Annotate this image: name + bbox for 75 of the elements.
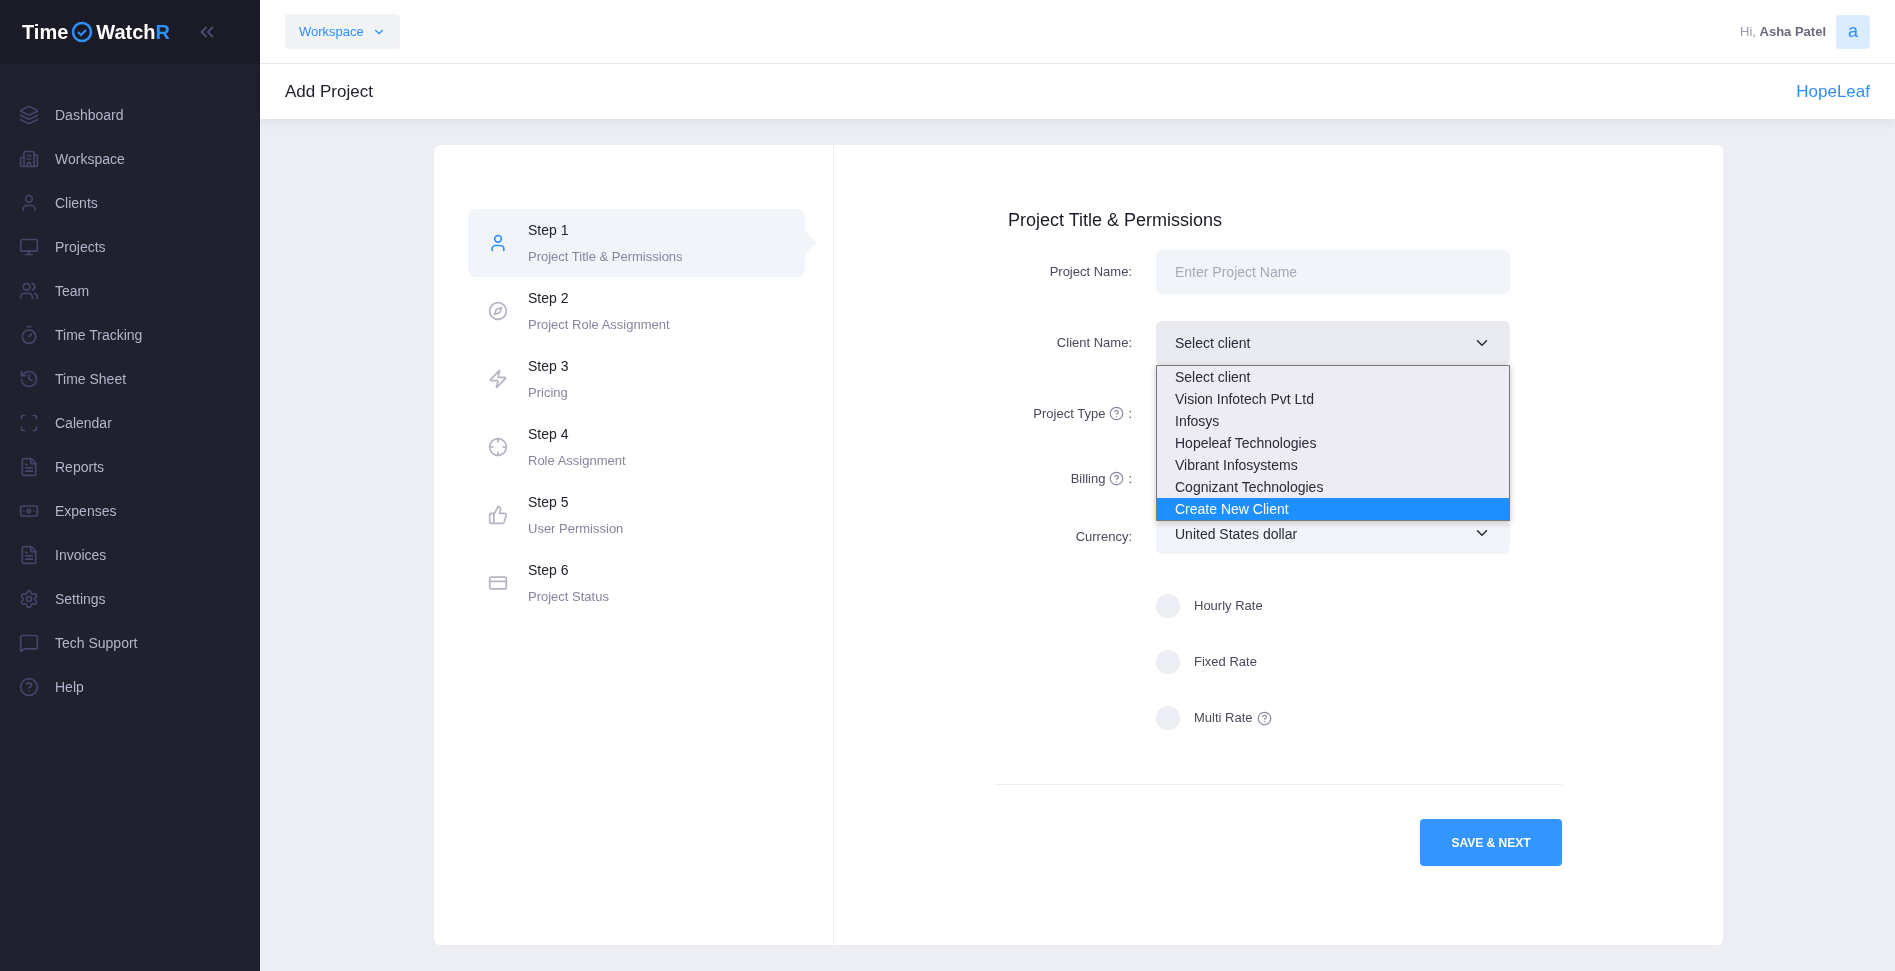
rate-label: Hourly Rate — [1194, 597, 1263, 616]
sidebar-item[interactable]: Help — [0, 665, 260, 709]
label-colon: : — [1128, 405, 1132, 423]
field-label: Project Name: — [1048, 263, 1132, 281]
field-label: Project Type — [1033, 405, 1106, 423]
clock-check-icon — [71, 21, 94, 43]
step-number: Step 5 — [528, 492, 570, 512]
step-number: Step 6 — [528, 560, 570, 580]
clock-icon — [19, 369, 39, 389]
dropdown-option[interactable]: Infosys — [1157, 410, 1509, 432]
sidebar-item[interactable]: Invoices — [0, 533, 260, 577]
sidebar-item[interactable]: Calendar — [0, 401, 260, 445]
step-label: Role Assignment — [528, 451, 626, 470]
thumbs-up-icon — [488, 505, 508, 525]
currency-select[interactable]: United States dollar — [1156, 524, 1510, 554]
users-icon — [19, 281, 39, 301]
step-item[interactable]: Step 6 Project Status — [468, 549, 805, 617]
dashed-square-icon — [19, 413, 39, 433]
sidebar-item[interactable]: Projects — [0, 225, 260, 269]
layers-icon — [19, 105, 39, 125]
step-number: Step 2 — [528, 288, 570, 308]
step-number: Step 1 — [528, 220, 570, 240]
step-number: Step 4 — [528, 424, 570, 444]
sidebar-item[interactable]: Settings — [0, 577, 260, 621]
sidebar-item[interactable]: Dashboard — [0, 93, 260, 137]
form-title: Project Title & Permissions — [1008, 209, 1224, 232]
help-icon — [19, 677, 39, 697]
step-item[interactable]: Step 5 User Permission — [468, 481, 805, 549]
user-icon — [19, 193, 39, 213]
step-number: Step 3 — [528, 356, 569, 376]
step-item[interactable]: Step 4 Role Assignment — [468, 413, 805, 481]
monitor-icon — [19, 237, 39, 257]
dropdown-option[interactable]: Select client — [1157, 366, 1509, 388]
sidebar-item[interactable]: Reports — [0, 445, 260, 489]
field-label: Currency: — [1074, 528, 1132, 546]
rate-label: Fixed Rate — [1194, 653, 1257, 672]
page-title: Add Project — [285, 80, 373, 103]
step-item[interactable]: Step 2 Project Role Assignment — [468, 277, 805, 345]
user-icon — [488, 233, 508, 253]
sidebar-item[interactable]: Clients — [0, 181, 260, 225]
dropdown-option[interactable]: Hopeleaf Technologies — [1157, 432, 1509, 454]
rate-label: Multi Rate — [1194, 709, 1253, 728]
step-label: Project Title & Permissions — [528, 247, 683, 266]
lightning-icon — [488, 369, 508, 389]
sidebar-item[interactable]: Workspace — [0, 137, 260, 181]
crosshair-icon — [488, 437, 508, 457]
sidebar-item[interactable]: Team — [0, 269, 260, 313]
chat-icon — [19, 633, 39, 653]
document-icon — [19, 457, 39, 477]
sidebar-item[interactable]: Expenses — [0, 489, 260, 533]
sidebar-item[interactable]: Time Sheet — [0, 357, 260, 401]
compass-icon — [488, 301, 508, 321]
field-label: Client Name: — [1055, 334, 1132, 352]
user-greeting: Hi, Asha Patel — [1740, 22, 1826, 41]
step-label: Project Role Assignment — [528, 315, 670, 334]
organization-name: HopeLeaf — [1796, 80, 1870, 103]
card-icon — [488, 573, 508, 593]
step-label: User Permission — [528, 519, 624, 538]
dropdown-option[interactable]: Vision Infotech Pvt Ltd — [1157, 388, 1509, 410]
project-name-input[interactable]: Enter Project Name — [1156, 250, 1510, 294]
sidebar-item[interactable]: Tech Support — [0, 621, 260, 665]
dropdown-option[interactable]: Cognizant Technologies — [1157, 476, 1509, 498]
settings-icon — [19, 589, 39, 609]
sidebar-item[interactable]: Time Tracking — [0, 313, 260, 357]
building-icon — [19, 149, 39, 169]
field-label: Billing — [1070, 470, 1106, 488]
label-colon: : — [1128, 470, 1132, 488]
step-label: Project Status — [528, 587, 609, 606]
dropdown-option[interactable]: Vibrant Infosystems — [1157, 454, 1509, 476]
document-icon — [19, 545, 39, 565]
client-select[interactable]: Select client — [1156, 321, 1510, 365]
stopwatch-icon — [19, 325, 39, 345]
step-label: Pricing — [528, 383, 569, 402]
step-item[interactable]: Step 3 Pricing — [468, 345, 805, 413]
brand-logo: Time WatchR — [22, 20, 171, 45]
